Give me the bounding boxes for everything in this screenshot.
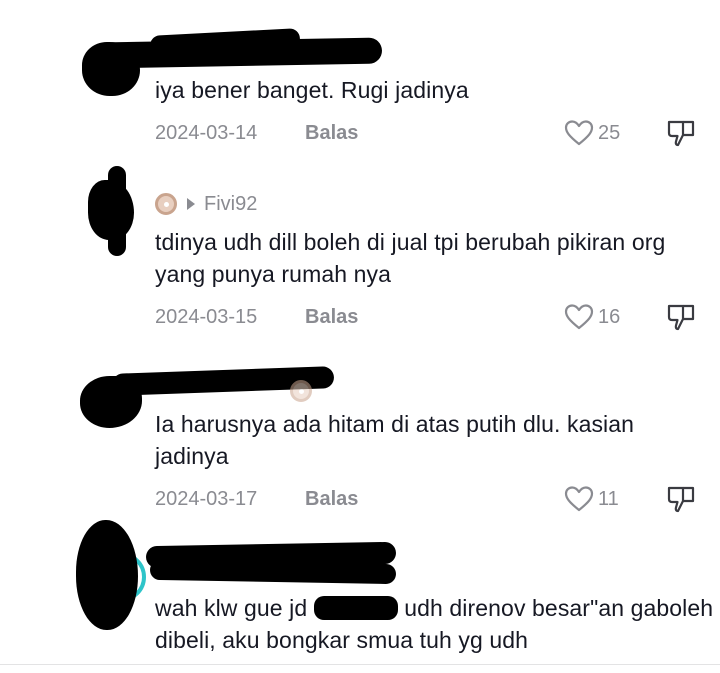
comment-text: Ia harusnya ada hitam di atas putih dlu.…: [155, 411, 635, 469]
dislike-button[interactable]: [666, 302, 696, 337]
bottom-divider: [0, 664, 720, 665]
heart-icon: [564, 120, 594, 146]
comment-text-part: wah klw gue jd: [155, 595, 314, 621]
like-button[interactable]: 11: [564, 485, 619, 513]
like-count: 25: [598, 121, 621, 144]
reply-button[interactable]: Balas: [305, 488, 358, 511]
reply-button[interactable]: Balas: [305, 306, 358, 329]
avatar-redacted[interactable]: [76, 520, 138, 630]
avatar-redacted-stroke: [108, 166, 126, 256]
dislike-button[interactable]: [666, 118, 696, 153]
comment-date: 2024-03-14: [155, 122, 258, 144]
like-button[interactable]: 16: [564, 303, 620, 331]
username[interactable]: Fivi92: [204, 193, 257, 216]
like-button[interactable]: 25: [564, 119, 620, 147]
donut-icon-partial: [290, 380, 312, 402]
comment-date: 2024-03-17: [155, 488, 258, 510]
redacted-word: [313, 596, 398, 620]
like-count: 16: [598, 305, 621, 328]
thumbs-down-icon: [667, 304, 695, 331]
comment-text: tdinya udh dill boleh di jual tpi beruba…: [155, 229, 666, 287]
comment-date: 2024-03-15: [155, 306, 258, 328]
thumbs-down-icon: [667, 120, 695, 147]
dislike-button[interactable]: [666, 484, 696, 519]
heart-icon: [564, 486, 594, 512]
like-count: 11: [598, 487, 619, 510]
username-row[interactable]: Fivi92: [155, 190, 257, 218]
donut-icon: [155, 193, 177, 215]
heart-icon: [564, 304, 594, 330]
comment-text: iya bener banget. Rugi jadinya: [155, 77, 469, 103]
comment-text: wah klw gue jd udh direnov besar"an gabo…: [155, 592, 715, 656]
caret-right-icon: [187, 198, 195, 210]
reply-button[interactable]: Balas: [305, 122, 358, 145]
username-redacted-stroke: [149, 559, 397, 585]
thumbs-down-icon: [667, 486, 695, 513]
